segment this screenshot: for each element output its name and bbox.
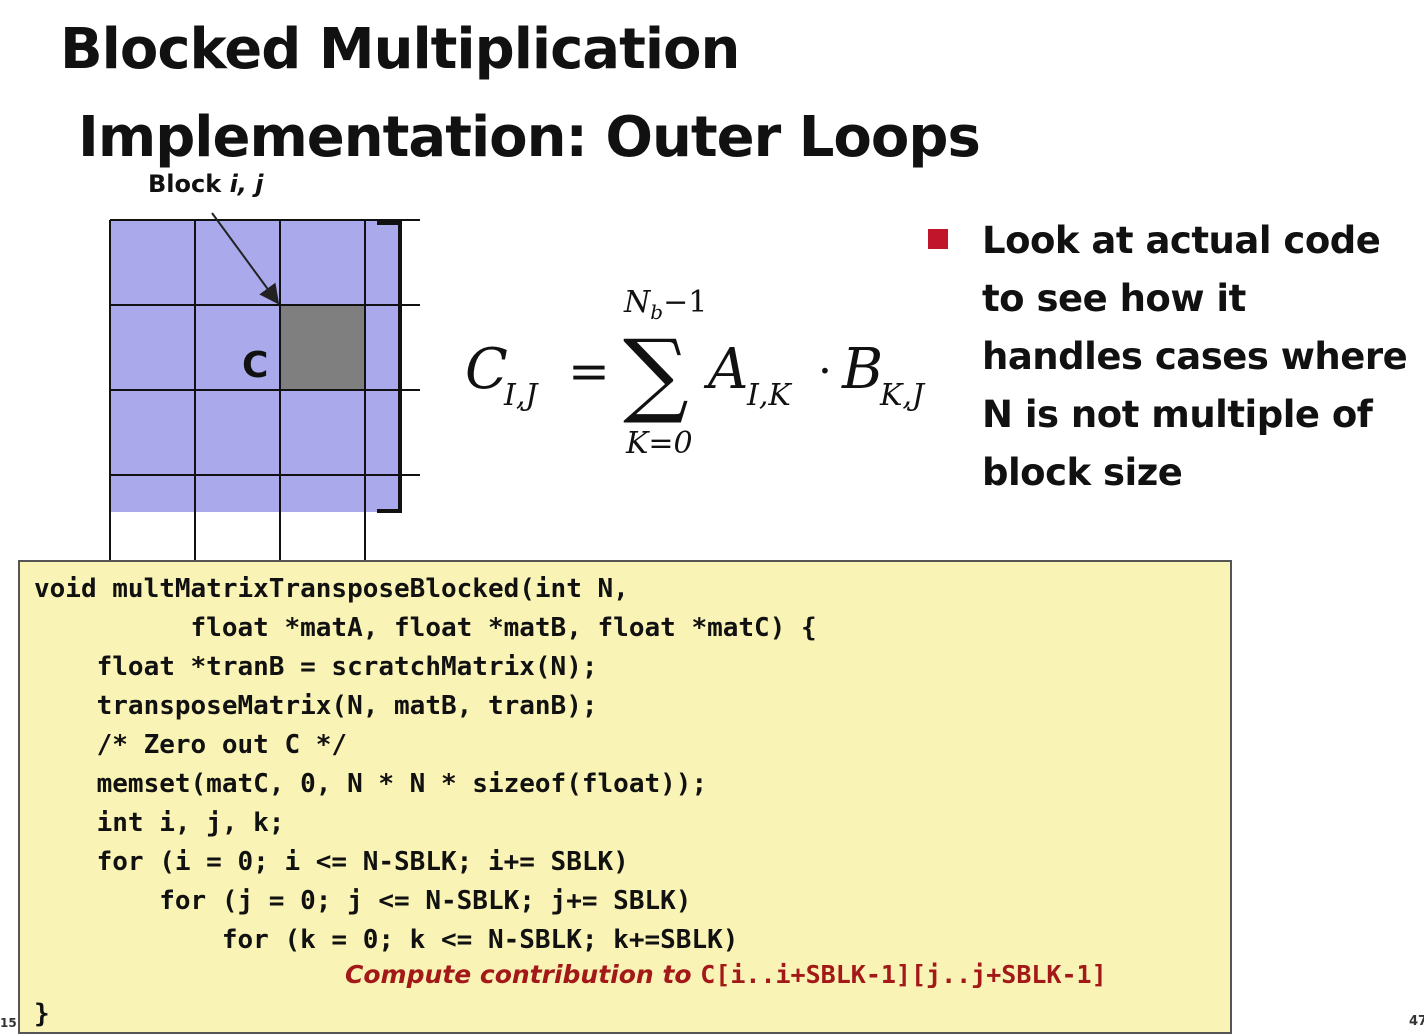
block-ij-label: Block i, j [148,170,264,198]
sum-lower-limit: K=0 [625,426,693,461]
comment-text: Compute contribution to [345,960,701,989]
summation-formula: C I,J = ∑ Nb−1 K=0 A I,K · B K,J [465,285,926,461]
code-line: for (j = 0; j <= N-SBLK; j+= SBLK) [34,886,692,916]
formula-lhs-sub: I,J [503,378,539,413]
summation-symbol: ∑ [623,320,689,427]
block-label-prefix: Block [148,170,230,198]
formula-equals: = [568,342,610,400]
code-line: transposeMatrix(N, matB, tranB); [34,691,598,721]
closing-brace: } [34,999,50,1029]
slide-title: Blocked Multiplication Implementation: O… [60,6,981,182]
page-number-left: 15 [0,1016,17,1030]
code-line: /* Zero out C */ [34,730,348,760]
formula-b: B [841,337,883,402]
formula-dot: · [818,346,832,397]
slide-title-line-2: Implementation: Outer Loops [78,105,981,170]
slide-title-line-1: Blocked Multiplication [60,17,740,82]
code-block: void multMatrixTransposeBlocked(int N, f… [18,560,1232,1034]
highlighted-block [280,305,365,390]
comment-code: C[i..i+SBLK-1][j..j+SBLK-1] [700,960,1107,989]
code-line: int i, j, k; [34,808,285,838]
sum-upper-limit: Nb−1 [623,285,707,324]
code-line: void multMatrixTransposeBlocked(int N, [34,574,629,604]
block-label-vars: i, j [229,170,264,198]
code-line: for (k = 0; k <= N-SBLK; k+=SBLK) [34,925,739,955]
code-line: memset(matC, 0, N * N * sizeof(float)); [34,769,708,799]
formula-lhs: C [465,337,508,402]
formula-a: A [703,337,748,402]
code-line: float *matA, float *matB, float *matC) { [34,613,817,643]
page-number-right: 47 [1409,1014,1424,1029]
code-line: float *tranB = scratchMatrix(N); [34,652,598,682]
bullet-text: Look at actual code to see how it handle… [982,219,1408,494]
formula-b-sub: K,J [879,378,926,413]
bullet-point: Look at actual code to see how it handle… [928,212,1418,502]
code-lines: void multMatrixTransposeBlocked(int N, f… [34,570,817,960]
bullet-marker [928,229,948,249]
code-comment: Compute contribution to C[i..i+SBLK-1][j… [345,960,1107,989]
code-line: for (i = 0; i <= N-SBLK; i+= SBLK) [34,847,629,877]
matrix-c-label: C [242,345,269,386]
formula-a-sub: I,K [746,378,792,413]
